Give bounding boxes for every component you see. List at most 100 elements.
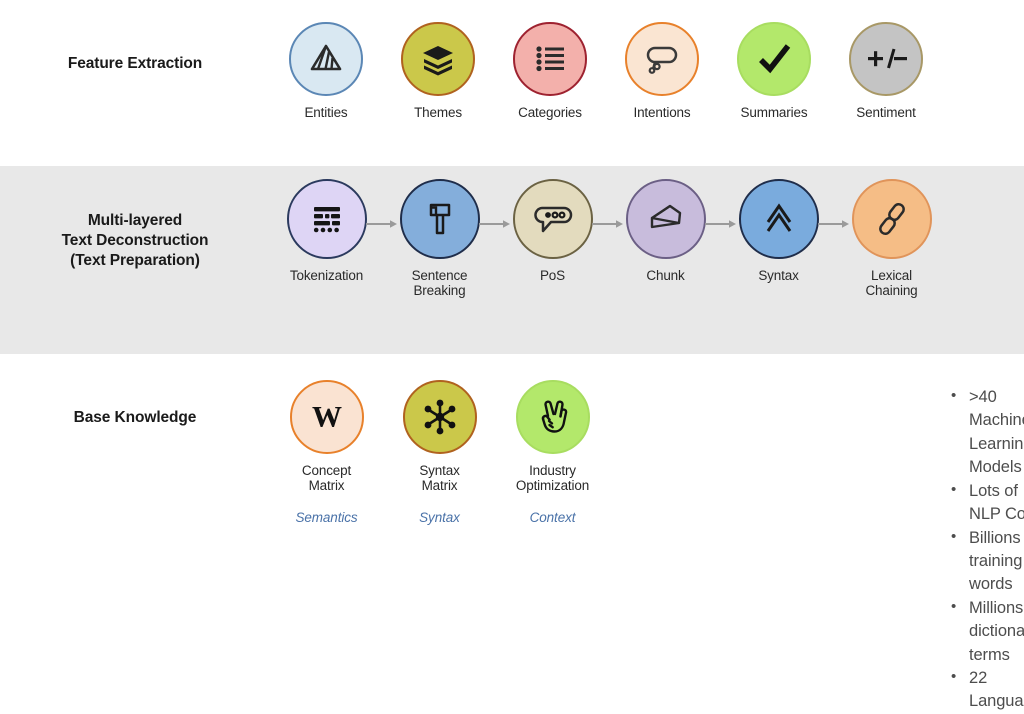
chain-link-icon [878, 202, 905, 236]
node-strip-base-knowledge: W Concept Matrix Semantics Syntax Matrix… [270, 354, 1024, 710]
node-label-line: Lexical [871, 268, 912, 283]
circle-tokenization [286, 179, 367, 259]
capabilities-list: >40 Machine Learning Models Lots of NLP … [949, 385, 1024, 714]
node-label-intentions: Intentions [633, 105, 690, 120]
node-sentence-breaking[interactable]: Sentence Breaking [383, 179, 510, 299]
wikipedia-w-icon: W [312, 401, 342, 434]
row-label-line: Text Deconstruction [61, 231, 209, 249]
circle-sentence-breaking [399, 179, 480, 259]
circle-chunk [625, 179, 706, 259]
node-chunk[interactable]: Chunk [609, 179, 736, 283]
node-label-lexical-chaining: Lexical Chaining [865, 268, 917, 299]
circle-sentiment [849, 22, 923, 96]
circle-industry-optimization [515, 380, 590, 454]
circle-themes [401, 22, 475, 96]
circle-lexical-chaining [851, 179, 932, 259]
node-label-line: Categories [518, 105, 582, 120]
node-sublabel-semantics: Semantics [295, 509, 358, 525]
list-item: Lots of NLP Code [949, 479, 1024, 527]
svg-text:W: W [312, 401, 342, 434]
node-categories[interactable]: Categories [494, 22, 606, 120]
circle-syntax [738, 179, 819, 259]
node-network-icon [424, 399, 455, 435]
row-label-line: Base Knowledge [73, 409, 197, 426]
list-item: 22 Languages [949, 666, 1024, 714]
node-intentions[interactable]: Intentions [606, 22, 718, 120]
row-text-deconstruction: Multi-layered Text Deconstruction (Text … [0, 166, 1024, 354]
node-label-pos: PoS [540, 268, 565, 283]
node-label-line: Breaking [413, 283, 466, 299]
node-label-line: Industry [529, 463, 576, 478]
row-label-line: Multi-layered [87, 212, 183, 229]
row-label-feature-extraction: Feature Extraction [0, 0, 270, 74]
node-label-line: Syntax [419, 463, 460, 478]
node-strip-feature-extraction: Entities Themes Categories Intentions Su… [270, 0, 1024, 120]
node-label-concept-matrix: Concept Matrix [302, 463, 351, 494]
node-label-line: Tokenization [289, 268, 364, 283]
node-label-line: Optimization [515, 478, 590, 494]
circle-pos [512, 179, 593, 259]
node-themes[interactable]: Themes [382, 22, 494, 120]
token-blocks-icon [313, 207, 340, 233]
plus-minus-icon [868, 48, 907, 69]
node-label-line: Summaries [740, 105, 808, 120]
nlp-architecture-diagram: Feature Extraction Entities Themes Categ… [0, 0, 1024, 710]
circle-intentions [625, 22, 699, 96]
node-label-line: Sentiment [856, 105, 916, 120]
triangle-layers-icon [310, 44, 342, 71]
node-label-industry-optimization: Industry Optimization [516, 463, 589, 494]
node-label-line: Themes [414, 105, 462, 120]
thought-bubble-icon [646, 46, 678, 74]
circle-summaries [737, 22, 811, 96]
row-feature-extraction: Feature Extraction Entities Themes Categ… [0, 0, 1024, 166]
node-label-line: Concept [301, 463, 352, 478]
row-base-knowledge: Base Knowledge W Concept Matrix Semantic… [0, 354, 1024, 710]
row-label-line: Feature Extraction [67, 55, 203, 72]
node-summaries[interactable]: Summaries [718, 22, 830, 120]
wedge-slice-icon [650, 204, 681, 229]
circle-syntax-matrix [402, 380, 477, 454]
node-label-categories: Categories [518, 105, 582, 120]
peace-hand-icon [541, 400, 567, 433]
circle-entities [289, 22, 363, 96]
double-chevron-icon [766, 203, 791, 232]
node-pos[interactable]: PoS [496, 179, 623, 283]
node-label-line: Matrix [308, 478, 345, 494]
node-label-themes: Themes [414, 105, 462, 120]
node-label-line: Chaining [865, 283, 918, 299]
hammer-icon [429, 203, 450, 235]
row-label-line: (Text Preparation) [70, 251, 200, 269]
node-label-line: Entities [304, 105, 348, 120]
node-sentiment[interactable]: Sentiment [830, 22, 942, 120]
node-lexical-chaining[interactable]: Lexical Chaining [835, 179, 948, 299]
node-label-entities: Entities [304, 105, 347, 120]
node-label-line: Syntax [758, 268, 799, 283]
node-label-chunk: Chunk [646, 268, 684, 283]
node-syntax-matrix[interactable]: Syntax Matrix Syntax [383, 380, 496, 525]
node-concept-matrix[interactable]: W Concept Matrix Semantics [270, 380, 383, 525]
node-strip-text-deconstruction: Tokenization Sentence Breaking PoS Chunk… [270, 166, 1024, 299]
circle-concept-matrix: W [289, 380, 364, 454]
circle-categories [513, 22, 587, 96]
node-sublabel-context: Context [529, 509, 576, 525]
node-industry-optimization[interactable]: Industry Optimization Context [496, 380, 609, 525]
node-label-sentence-breaking: Sentence Breaking [412, 268, 468, 299]
bullet-list-icon [536, 46, 564, 72]
node-label-line: PoS [539, 268, 566, 283]
node-syntax[interactable]: Syntax [722, 179, 849, 283]
node-label-summaries: Summaries [741, 105, 808, 120]
node-label-line: Matrix [421, 478, 458, 494]
node-label-line: Sentence [411, 268, 468, 283]
checkmark-icon [759, 44, 791, 74]
list-item: Millions of dictionary terms [949, 596, 1024, 667]
node-label-line: Intentions [633, 105, 691, 120]
node-sublabel-syntax: Syntax [419, 509, 460, 525]
node-label-tokenization: Tokenization [290, 268, 363, 283]
list-item: >40 Machine Learning Models [949, 385, 1024, 480]
node-tokenization[interactable]: Tokenization [270, 179, 397, 283]
node-label-line: Chunk [646, 268, 685, 283]
node-entities[interactable]: Entities [270, 22, 382, 120]
row-label-base-knowledge: Base Knowledge [0, 354, 270, 428]
row-label-text-deconstruction: Multi-layered Text Deconstruction (Text … [0, 166, 270, 270]
node-label-sentiment: Sentiment [856, 105, 916, 120]
